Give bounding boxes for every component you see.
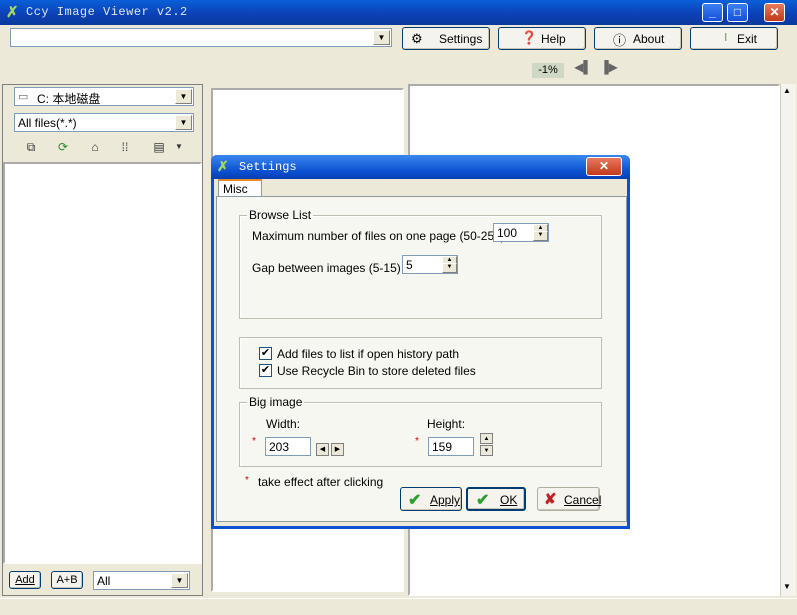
recycle-checkbox[interactable]: ✔ xyxy=(259,364,272,377)
cancel-button-label: Cancel xyxy=(564,493,602,507)
settings-dialog: ✗ Settings ✕ Misc Browse List Maximum nu… xyxy=(211,155,630,529)
settings-button-label: Settings xyxy=(439,32,483,46)
apply-button[interactable]: ✔ Apply xyxy=(400,487,462,511)
add-b-button[interactable]: A+B xyxy=(51,571,83,589)
dialog-titlebar: ✗ Settings ✕ xyxy=(211,155,630,179)
gear-icon: ⚙ xyxy=(411,31,423,46)
browse-list-legend: Browse List xyxy=(247,208,314,222)
history-label: Add files to list if open history path xyxy=(277,347,460,361)
app-logo-icon: ✗ xyxy=(6,4,19,21)
help-button-label: Help xyxy=(541,32,566,46)
exit-button[interactable]: ⏽ Exit xyxy=(690,27,778,50)
maximize-button[interactable]: □ xyxy=(727,3,748,22)
up-folder-icon[interactable]: ⧉ xyxy=(20,137,42,157)
note-star: * xyxy=(245,475,249,486)
checkmark-icon: ✔ xyxy=(408,492,422,509)
height-input[interactable]: 159 xyxy=(428,437,474,456)
vertical-scrollbar[interactable]: ▲ ▼ xyxy=(780,84,796,596)
ok-button[interactable]: ✔ OK xyxy=(466,487,526,511)
checkmark-icon: ✔ xyxy=(476,492,490,509)
home-icon[interactable]: ⌂ xyxy=(84,137,106,157)
refresh-icon[interactable]: ⟳ xyxy=(52,137,74,157)
max-files-spinner[interactable]: 100 ▲ ▼ xyxy=(493,223,549,242)
big-image-legend: Big image xyxy=(247,395,305,409)
scroll-up-arrow-icon[interactable]: ▲ xyxy=(783,86,791,95)
gap-value: 5 xyxy=(406,258,413,272)
info-icon: ⓘ xyxy=(613,33,627,48)
view-mode-icon[interactable]: ⁞⁞ xyxy=(114,137,136,157)
max-files-value: 100 xyxy=(497,226,518,240)
chevron-down-icon[interactable]: ▼ xyxy=(171,573,188,588)
folder-tree[interactable] xyxy=(3,162,202,564)
window-title: Ccy Image Viewer v2.2 xyxy=(26,5,188,19)
folder-options-icon[interactable]: ▤ xyxy=(148,137,170,157)
cancel-button[interactable]: ✘ Cancel xyxy=(537,487,602,511)
next-arrow-icon[interactable]: ▐▶ xyxy=(598,60,620,78)
list-filter-value: All xyxy=(97,574,111,588)
status-bar xyxy=(0,598,797,615)
gap-spinner[interactable]: 5 ▲ ▼ xyxy=(402,255,458,274)
chevron-down-icon[interactable]: ▼ xyxy=(168,137,190,157)
max-files-label: Maximum number of files on one page (50-… xyxy=(252,229,512,243)
spin-down-icon[interactable]: ▼ xyxy=(442,262,457,273)
width-label: Width: xyxy=(266,417,301,431)
previous-arrow-icon[interactable]: ◀▌ xyxy=(572,60,594,78)
spin-down-icon[interactable]: ▼ xyxy=(533,230,548,241)
zoom-level: -1% xyxy=(532,63,564,78)
settings-button[interactable]: ⚙ Settings xyxy=(402,27,490,50)
tab-misc[interactable]: Misc xyxy=(218,179,262,197)
height-value: 159 xyxy=(432,440,453,454)
minimize-button[interactable]: _ xyxy=(702,3,723,22)
checkmark-icon: ✔ xyxy=(260,347,271,359)
add-b-button-label: A+B xyxy=(56,574,78,586)
big-image-group xyxy=(239,402,602,467)
window-titlebar: ✗ Ccy Image Viewer v2.2 _ □ ✕ xyxy=(0,0,797,25)
cross-icon: ✘ xyxy=(544,491,557,508)
height-spinner-buttons[interactable]: ▲ ▼ xyxy=(480,433,493,457)
help-button[interactable]: ❓ Help xyxy=(498,27,586,50)
file-filter-combobox[interactable]: All files(*.*) ▼ xyxy=(14,113,194,132)
ok-button-label: OK xyxy=(500,493,518,507)
options-group xyxy=(239,337,602,389)
recycle-label: Use Recycle Bin to store deleted files xyxy=(277,364,476,378)
note-text: take effect after clicking xyxy=(258,475,384,489)
required-star: * xyxy=(415,436,419,447)
dialog-close-button[interactable]: ✕ xyxy=(586,157,622,176)
drive-icon: ▭ xyxy=(18,91,29,103)
exit-icon: ⏽ xyxy=(721,30,731,44)
scroll-down-arrow-icon[interactable]: ▼ xyxy=(783,582,791,591)
chevron-down-icon[interactable]: ▼ xyxy=(175,89,192,104)
dialog-title: Settings xyxy=(239,160,297,174)
add-button[interactable]: Add xyxy=(9,571,41,589)
close-window-button[interactable]: ✕ xyxy=(764,3,785,22)
help-icon: ❓ xyxy=(521,30,538,45)
app-logo-icon: ✗ xyxy=(217,158,229,174)
width-value: 203 xyxy=(269,440,290,454)
history-checkbox[interactable]: ✔ xyxy=(259,347,272,360)
exit-button-label: Exit xyxy=(737,32,758,46)
about-button[interactable]: ⓘ About xyxy=(594,27,682,50)
file-filter-value: All files(*.*) xyxy=(18,116,77,130)
chevron-down-icon[interactable]: ▼ xyxy=(373,30,390,45)
height-label: Height: xyxy=(427,417,466,431)
width-increase-icon[interactable]: ▶ xyxy=(331,443,344,456)
path-combobox[interactable]: ▼ xyxy=(10,28,392,47)
drive-combobox[interactable]: ▭ C: 本地磁盘 ▼ xyxy=(14,87,194,106)
tab-misc-label: Misc xyxy=(223,182,248,196)
required-star: * xyxy=(252,436,256,447)
spin-down-icon[interactable]: ▼ xyxy=(480,445,493,456)
gap-label: Gap between images (5-15) : xyxy=(252,261,408,275)
checkmark-icon: ✔ xyxy=(260,364,271,376)
spin-up-icon[interactable]: ▲ xyxy=(480,433,493,444)
drive-value: C: 本地磁盘 xyxy=(37,92,101,106)
apply-button-label: Apply xyxy=(430,493,461,507)
chevron-down-icon[interactable]: ▼ xyxy=(175,115,192,130)
width-input[interactable]: 203 xyxy=(265,437,311,456)
width-decrease-icon[interactable]: ◀ xyxy=(316,443,329,456)
dialog-body: Misc Browse List Maximum number of files… xyxy=(214,179,627,526)
add-button-label: Add xyxy=(15,574,35,586)
list-filter-combobox[interactable]: All ▼ xyxy=(93,571,190,590)
about-button-label: About xyxy=(633,32,665,46)
